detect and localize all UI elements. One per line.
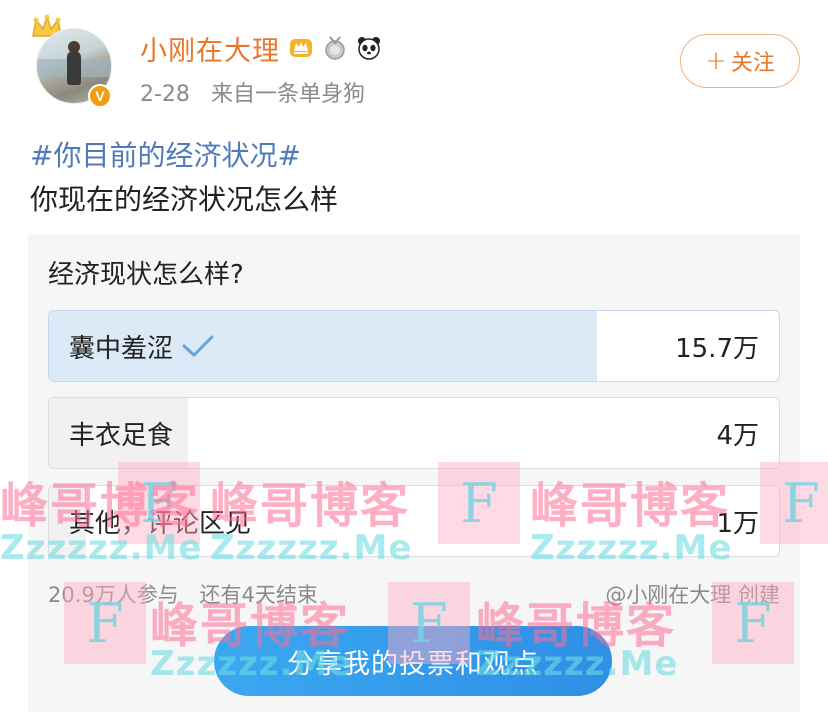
post-date: 2-28 (140, 82, 190, 107)
post-text: 你现在的经济状况怎么样 (30, 183, 339, 216)
poll-option-count: 1万 (716, 508, 759, 539)
avatar-block[interactable]: V (30, 14, 116, 110)
post-source[interactable]: 来自一条单身狗 (211, 82, 365, 107)
poll-option[interactable]: 其他，评论区见 1万 (48, 485, 780, 557)
poll-option-label: 其他，评论区见 (69, 508, 252, 539)
poll-footer: 20.9万人参与 还有4天结束 @小刚在大理 创建 (48, 579, 780, 609)
poll-card: 经济现状怎么样? 囊中羞涩 15.7万 丰衣足食 4万 其他，评论区见 1万 2… (28, 234, 800, 712)
follow-button[interactable]: + 关注 (680, 34, 800, 88)
panda-icon[interactable] (356, 35, 382, 61)
medal-badge-icon[interactable] (322, 35, 348, 61)
share-vote-button[interactable]: 分享我的投票和观点 (214, 626, 612, 696)
follow-label: 关注 (730, 51, 775, 76)
poll-option-label: 囊中羞涩 (69, 333, 174, 364)
username-row: 小刚在大理 (140, 28, 382, 68)
hashtag-link[interactable]: #你目前的经济状况# (30, 134, 301, 174)
check-icon (182, 335, 214, 357)
crown-badge-icon[interactable] (288, 35, 314, 61)
poll-option-count: 15.7万 (675, 333, 759, 364)
verified-icon: V (88, 84, 112, 108)
poll-remaining: 还有4天结束 (199, 583, 318, 607)
poll-option[interactable]: 囊中羞涩 15.7万 (48, 310, 780, 382)
username[interactable]: 小刚在大理 (140, 29, 280, 68)
poll-question: 经济现状怎么样? (48, 260, 244, 290)
plus-icon: + (705, 46, 727, 76)
post-meta: 2-28 来自一条单身狗 (140, 76, 379, 108)
poll-option-label: 丰衣足食 (69, 420, 174, 451)
poll-option[interactable]: 丰衣足食 4万 (48, 397, 780, 469)
poll-option-count: 4万 (716, 420, 759, 451)
poll-creator[interactable]: @小刚在大理 创建 (605, 579, 780, 609)
poll-participants: 20.9万人参与 (48, 583, 179, 607)
